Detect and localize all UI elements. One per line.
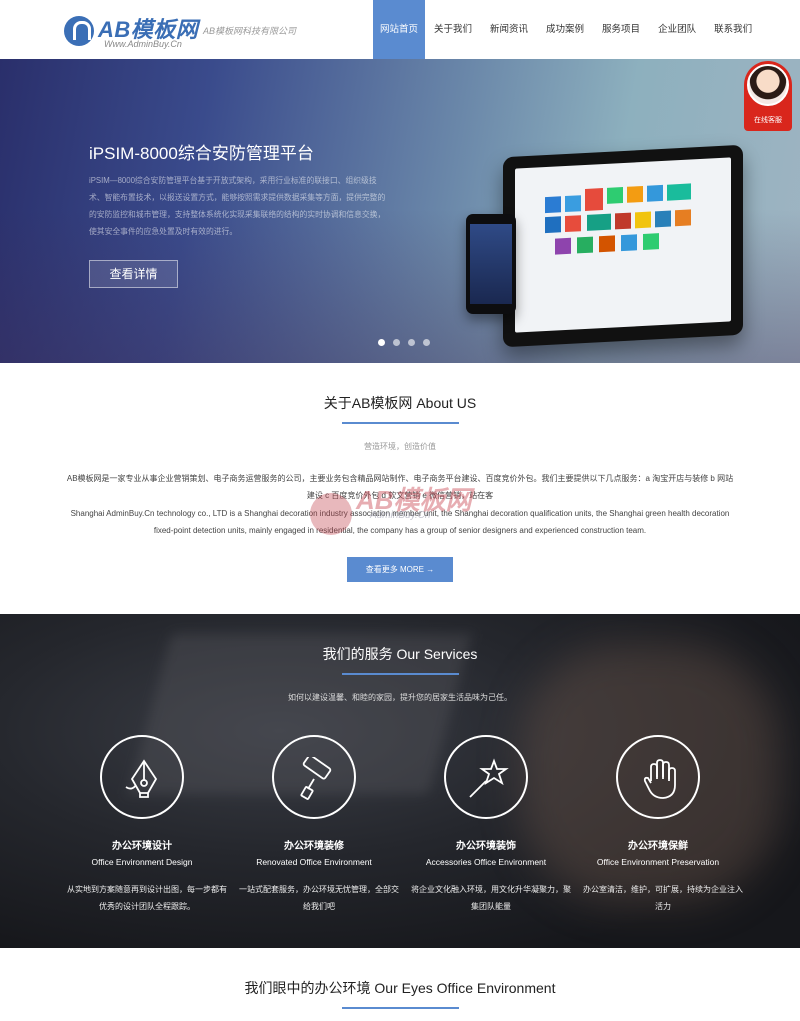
magic-wand-icon — [444, 735, 528, 819]
online-service-widget[interactable]: 在线客服 — [744, 61, 792, 131]
about-divider — [342, 422, 459, 424]
about-subtitle: 营造环境，创造价值 — [364, 442, 436, 451]
carousel-dot[interactable] — [408, 339, 415, 346]
hero-description: iPSIM—8000综合安防管理平台基于开放式架构，采用行业标准的联接口、组织级… — [89, 176, 386, 236]
service-card-preservation[interactable]: 办公环境保鲜 Office Environment Preservation 办… — [583, 735, 743, 915]
service-name: 办公环境设计 — [112, 841, 172, 852]
service-name-en: Office Environment Preservation — [596, 857, 720, 867]
nav-item-home[interactable]: 网站首页 — [373, 0, 425, 59]
tablet-screen — [515, 157, 731, 333]
service-name-en: Office Environment Design — [91, 857, 193, 867]
services-subtitle: 如何以建设温馨、和睦的家园，提升您的居家生活品味为己任。 — [288, 693, 512, 702]
service-description: 将企业文化融入环境，用文化升华凝聚力，聚集团队能量 — [411, 885, 571, 911]
service-name-en: Accessories Office Environment — [425, 857, 547, 867]
tablet-illustration — [503, 144, 743, 348]
office-environment-title: 我们眼中的办公环境 Our Eyes Office Environment — [244, 980, 556, 996]
nav-item-cases[interactable]: 成功案例 — [537, 0, 593, 59]
carousel-dot[interactable] — [378, 339, 385, 346]
service-avatar — [747, 64, 789, 106]
watermark-subtext: AdminBuy.Cn — [370, 510, 431, 521]
watermark-badge-icon — [310, 493, 352, 535]
service-description: 从实地到方案随意再到设计出图，每一步都有优秀的设计团队全程跟踪。 — [67, 885, 227, 911]
logo-subtitle: Www.AdminBuy.Cn — [104, 39, 182, 49]
hand-icon — [616, 735, 700, 819]
hero-title: iPSIM-8000综合安防管理平台 — [89, 144, 314, 163]
site-logo[interactable]: AB模板网 Www.AdminBuy.Cn — [64, 12, 204, 50]
main-nav: 网站首页 关于我们 新闻资讯 成功案例 服务项目 企业团队 联系我们 — [373, 0, 761, 59]
nav-item-services[interactable]: 服务项目 — [593, 0, 649, 59]
services-title: 我们的服务 Our Services — [322, 646, 478, 662]
service-name: 办公环境装饰 — [456, 841, 516, 852]
service-name-en: Renovated Office Environment — [256, 857, 372, 867]
nav-item-news[interactable]: 新闻资讯 — [481, 0, 537, 59]
service-label: 在线客服 — [754, 117, 782, 124]
paint-roller-icon — [272, 735, 356, 819]
nav-item-team[interactable]: 企业团队 — [649, 0, 705, 59]
hero-banner: iPSIM-8000综合安防管理平台 iPSIM—8000综合安防管理平台基于开… — [0, 59, 800, 363]
service-name: 办公环境装修 — [284, 841, 344, 852]
services-divider — [342, 673, 459, 675]
hero-details-button[interactable]: 查看详情 — [89, 260, 178, 288]
phone-screen — [470, 224, 512, 304]
site-header: AB模板网 Www.AdminBuy.Cn AB模板网科技有限公司 网站首页 关… — [0, 0, 800, 59]
carousel-dots — [378, 339, 430, 346]
office-environment-divider — [342, 1007, 459, 1009]
carousel-dot[interactable] — [423, 339, 430, 346]
logo-badge-icon — [64, 16, 94, 46]
about-more-button[interactable]: 查看更多 MORE → — [347, 557, 453, 582]
service-name: 办公环境保鲜 — [628, 841, 688, 852]
carousel-dot[interactable] — [393, 339, 400, 346]
service-card-renovation[interactable]: 办公环境装修 Renovated Office Environment 一站式配… — [239, 735, 399, 915]
service-description: 一站式配套服务，办公环境无忧管理，全部交给我们吧 — [239, 885, 399, 911]
watermark-logo: AB模板网 AdminBuy.Cn — [310, 478, 500, 540]
service-card-design[interactable]: 办公环境设计 Office Environment Design 从实地到方案随… — [67, 735, 227, 915]
pen-nib-icon — [100, 735, 184, 819]
service-description: 办公室清洁，维护，可扩展，持续为企业注入活力 — [583, 885, 743, 911]
about-title: 关于AB模板网 About US — [323, 395, 477, 411]
service-card-decoration[interactable]: 办公环境装饰 Accessories Office Environment 将企… — [411, 735, 571, 915]
phone-illustration — [466, 214, 516, 314]
nav-item-contact[interactable]: 联系我们 — [705, 0, 761, 59]
company-name: AB模板网科技有限公司 — [203, 26, 297, 36]
nav-item-about[interactable]: 关于我们 — [425, 0, 481, 59]
